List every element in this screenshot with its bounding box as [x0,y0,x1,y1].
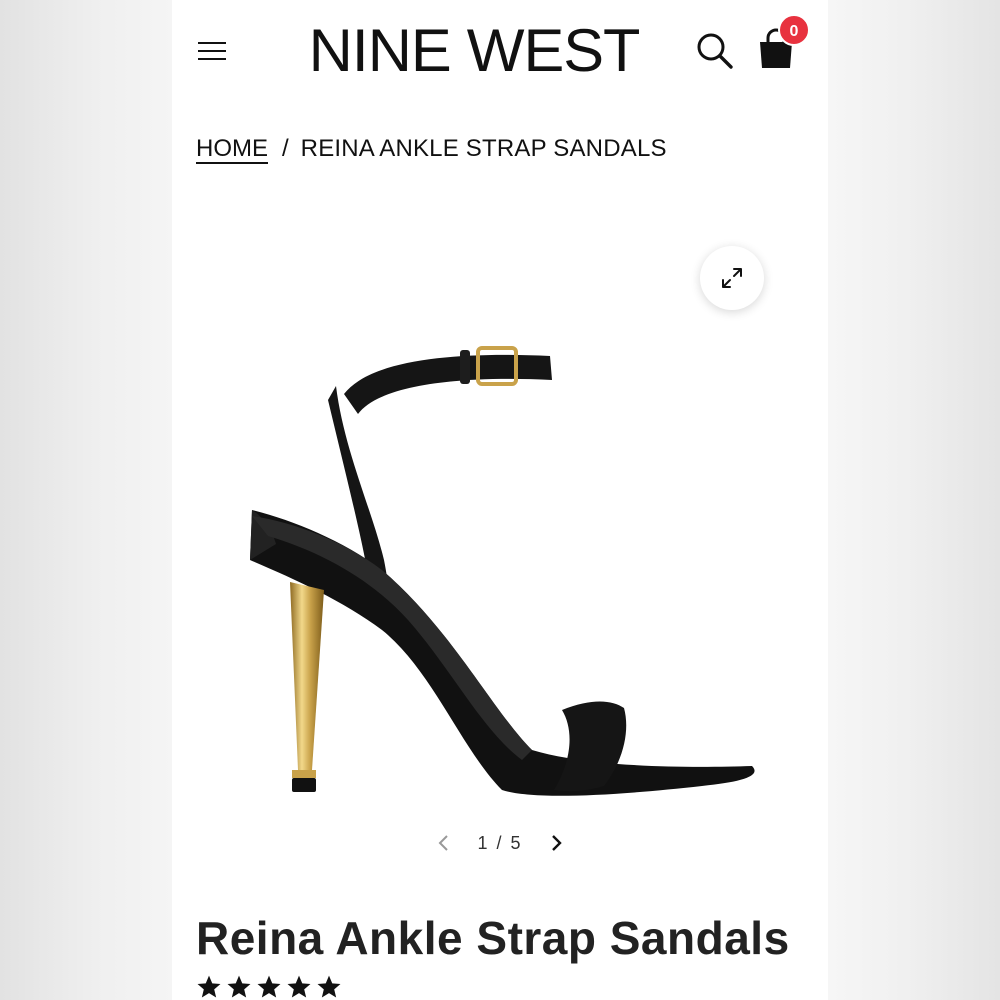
star-icon [257,975,281,998]
mobile-product-page: NINE WEST 0 HOME / REINA ANKLE STRAP SAN… [172,0,828,1000]
search-icon[interactable] [694,30,736,72]
breadcrumb-separator: / [282,135,289,162]
expand-icon[interactable] [700,246,764,310]
photo-backdrop-right [828,0,1000,1000]
brand-logo[interactable]: NINE WEST [292,14,655,88]
star-icon [287,975,311,998]
product-title: Reina Ankle Strap Sandals [196,912,790,964]
product-image-sandal[interactable] [232,330,772,810]
chevron-left-icon[interactable] [430,826,456,860]
current-image-number: 1 [477,832,490,853]
counter-separator: / [496,832,504,853]
star-icon [197,975,221,998]
image-counter: 1 / 5 [477,833,522,854]
star-icon [227,975,251,998]
image-pager: 1 / 5 [430,826,570,860]
chevron-right-icon[interactable] [544,826,570,860]
menu-icon[interactable] [196,38,228,64]
breadcrumb-current: REINA ANKLE STRAP SANDALS [300,135,667,162]
breadcrumb: HOME / REINA ANKLE STRAP SANDALS [196,132,667,166]
total-image-number: 5 [510,832,523,853]
cart-count-badge[interactable]: 0 [778,14,810,46]
star-icon [317,975,341,998]
star-rating[interactable] [196,974,342,1000]
photo-backdrop-left [0,0,172,1000]
breadcrumb-home-link[interactable]: HOME [196,135,268,163]
